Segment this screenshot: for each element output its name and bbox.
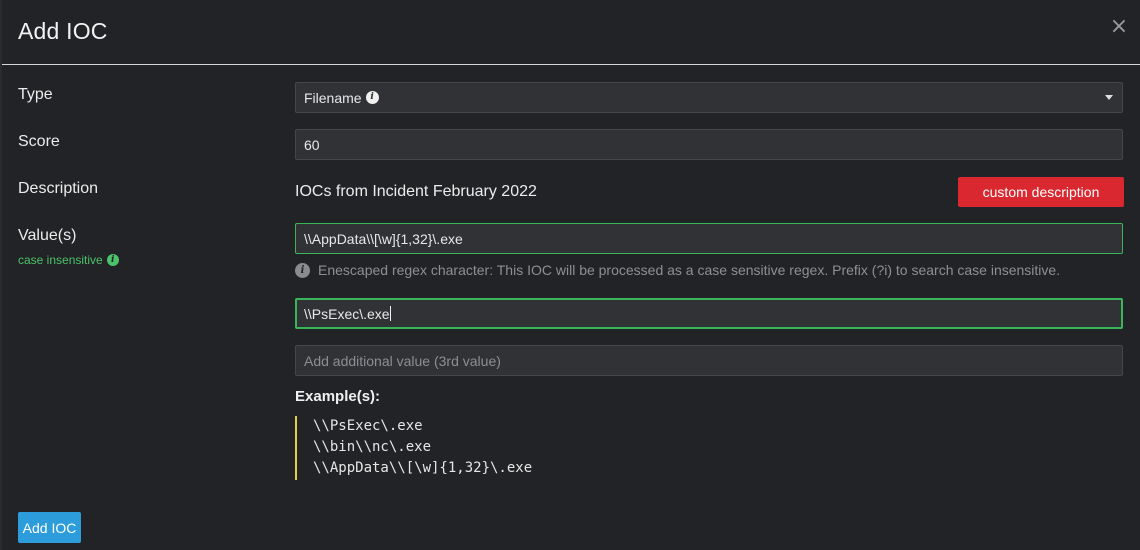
add-ioc-modal: Add IOC × Type Score Description Value(s… xyxy=(2,0,1140,550)
type-select[interactable]: Filename i xyxy=(295,82,1123,113)
examples-title: Example(s): xyxy=(295,388,381,405)
info-icon: i xyxy=(295,262,310,278)
type-label: Type xyxy=(18,86,53,103)
description-text: IOCs from Incident February 2022 xyxy=(295,183,537,200)
type-selected-value: Filename xyxy=(304,89,362,106)
case-insensitive-note: case insensitive i xyxy=(18,253,119,267)
info-icon[interactable]: i xyxy=(106,254,119,266)
regex-warning-text: Enescaped regex character: This IOC will… xyxy=(318,262,1061,278)
value-3-placeholder: Add additional value (3rd value) xyxy=(304,352,501,369)
score-value: 60 xyxy=(304,136,320,153)
modal-title: Add IOC xyxy=(18,18,108,44)
description-label: Description xyxy=(18,180,99,197)
add-ioc-button[interactable]: Add IOC xyxy=(18,512,81,543)
value-input-2[interactable]: \\PsExec\.exe xyxy=(295,298,1123,329)
case-insensitive-text: case insensitive xyxy=(18,253,103,267)
score-input[interactable]: 60 xyxy=(295,129,1123,160)
value-input-1[interactable]: \\AppData\\[\w]{1,32}\.exe xyxy=(295,223,1123,254)
examples-block: \\PsExec\.exe \\bin\\nc\.exe \\AppData\\… xyxy=(295,416,532,480)
example-line: \\bin\\nc\.exe xyxy=(313,439,432,455)
close-icon[interactable]: × xyxy=(1108,14,1130,40)
values-label: Value(s) xyxy=(18,227,77,244)
score-label: Score xyxy=(18,133,60,150)
value-1-text: \\AppData\\[\w]{1,32}\.exe xyxy=(304,230,463,247)
regex-warning: i Enescaped regex character: This IOC wi… xyxy=(295,262,1060,278)
value-2-text: \\PsExec\.exe xyxy=(304,305,390,322)
example-line: \\PsExec\.exe xyxy=(313,418,423,434)
value-input-3[interactable]: Add additional value (3rd value) xyxy=(295,345,1123,376)
custom-description-button[interactable]: custom description xyxy=(958,177,1124,207)
modal-header: Add IOC × xyxy=(2,0,1140,65)
text-cursor xyxy=(389,306,391,321)
chevron-down-icon xyxy=(1105,95,1113,100)
info-icon[interactable]: i xyxy=(365,91,379,104)
example-line: \\AppData\\[\w]{1,32}\.exe xyxy=(313,460,533,476)
